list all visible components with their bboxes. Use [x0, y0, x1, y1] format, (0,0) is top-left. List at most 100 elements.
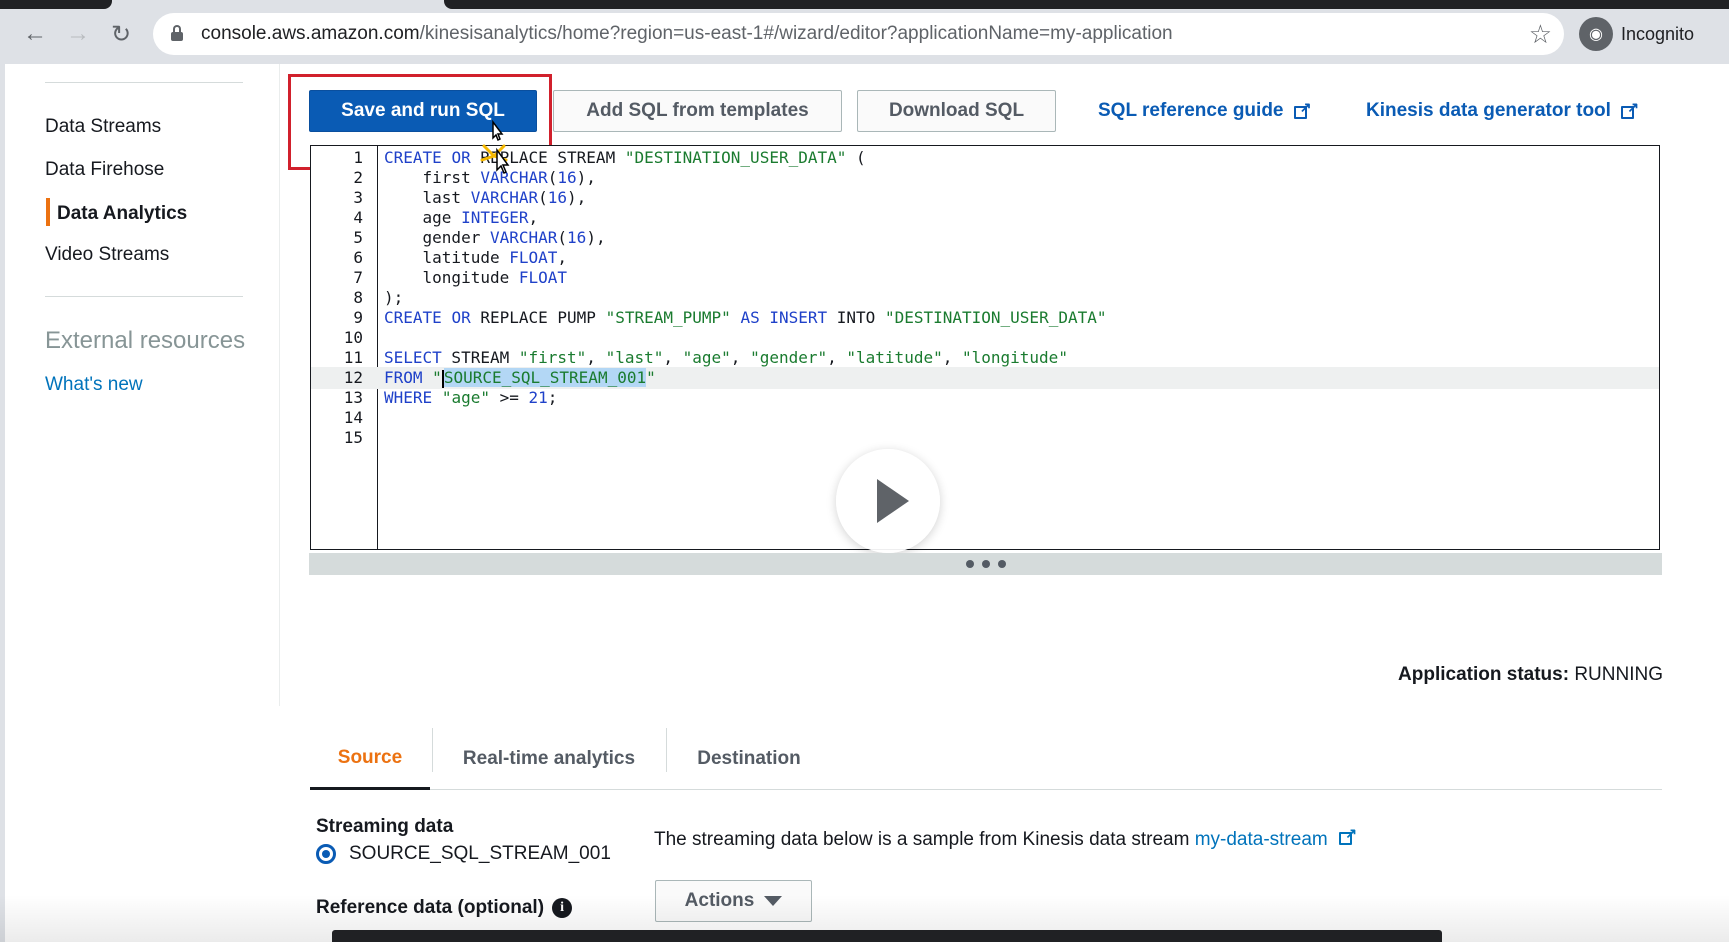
external-link-icon[interactable]: ↗: [1339, 825, 1357, 845]
sidebar-item-data-firehose[interactable]: Data Firehose: [45, 159, 164, 181]
resize-dot: [997, 560, 1006, 568]
code-line[interactable]: 15: [311, 427, 1659, 449]
code-line[interactable]: 2 first VARCHAR(16),: [311, 167, 1659, 189]
code-line[interactable]: 6 latitude FLOAT,: [311, 247, 1659, 269]
browser-chrome: ← → ↻ console.aws.amazon.com/kinesisanal…: [0, 0, 1729, 64]
code-line[interactable]: 7 longitude FLOAT: [311, 267, 1659, 289]
code-text[interactable]: FROM " SOURCE_SQL_STREAM_001": [384, 367, 656, 389]
code-text[interactable]: last VARCHAR(16),: [384, 187, 587, 209]
code-line[interactable]: 12 FROM " SOURCE_SQL_STREAM_001": [311, 367, 1659, 389]
code-line[interactable]: 14: [311, 407, 1659, 429]
reload-icon[interactable]: ↻: [105, 18, 137, 50]
code-text[interactable]: CREATE OR REPLACE STREAM "DESTINATION_US…: [384, 147, 866, 169]
back-arrow-icon[interactable]: ←: [19, 18, 51, 50]
line-number: 5: [353, 228, 363, 247]
editor-resize-handle[interactable]: [309, 553, 1662, 575]
code-line[interactable]: 3 last VARCHAR(16),: [311, 187, 1659, 209]
tab-destination[interactable]: Destination: [667, 728, 831, 790]
bookmark-star-icon[interactable]: ☆: [1529, 19, 1552, 50]
code-line[interactable]: 9 CREATE OR REPLACE PUMP "STREAM_PUMP" AS…: [311, 307, 1659, 329]
lock-icon[interactable]: [171, 25, 183, 41]
code-text[interactable]: SELECT STREAM "first", "last", "age", "g…: [384, 347, 1068, 369]
info-icon[interactable]: i: [552, 897, 573, 918]
code-line[interactable]: 8);: [311, 287, 1659, 309]
incognito-label: Incognito: [1621, 23, 1695, 44]
sidebar-item-video-streams[interactable]: Video Streams: [45, 244, 169, 266]
tab-bar: Source Real-time analytics Destination: [310, 728, 1662, 790]
sample-description: The streaming data below is a sample fro…: [654, 825, 1357, 851]
application-status-label: Application status:: [1398, 664, 1570, 685]
address-bar[interactable]: console.aws.amazon.com/kinesisanalytics/…: [153, 13, 1564, 55]
tab-source[interactable]: Source: [310, 728, 430, 790]
sql-reference-guide-link[interactable]: SQL reference guide ↗: [1098, 99, 1312, 122]
line-number: 14: [343, 408, 363, 427]
forward-arrow-icon[interactable]: →: [62, 18, 94, 50]
sidebar-item-data-analytics[interactable]: Data Analytics: [57, 203, 187, 225]
code-text[interactable]: longitude FLOAT: [384, 267, 568, 289]
code-text[interactable]: age INTEGER,: [384, 207, 539, 229]
caret-down-icon: [764, 896, 783, 906]
code-text[interactable]: latitude FLOAT,: [384, 247, 568, 269]
line-number: 4: [353, 208, 363, 227]
mouse-pointer-icon: [480, 119, 510, 175]
url-path: /kinesisanalytics/home?region=us-east-1#…: [419, 23, 1173, 44]
sample-text: The streaming data below is a sample fro…: [654, 829, 1190, 850]
code-text[interactable]: );: [384, 287, 403, 309]
sidebar: Data Streams Data Firehose Data Analytic…: [5, 64, 280, 706]
reference-data-heading: Reference data (optional) i: [316, 897, 573, 919]
line-number: 15: [343, 428, 363, 447]
code-line[interactable]: 4 age INTEGER,: [311, 207, 1659, 229]
kinesis-data-generator-link[interactable]: Kinesis data generator tool ↗: [1366, 99, 1639, 122]
code-line[interactable]: 10: [311, 327, 1659, 349]
stream-radio-button[interactable]: [316, 844, 336, 864]
browser-tabstrip: [0, 0, 1729, 9]
sidebar-divider: [45, 296, 243, 297]
url-text[interactable]: console.aws.amazon.com/kinesisanalytics/…: [201, 23, 1173, 45]
actions-dropdown-button[interactable]: Actions: [655, 880, 812, 922]
line-number: 9: [353, 308, 363, 327]
sidebar-divider: [45, 82, 243, 83]
code-text[interactable]: gender VARCHAR(16),: [384, 227, 606, 249]
line-number: 7: [353, 268, 363, 287]
streaming-data-heading: Streaming data: [316, 816, 454, 837]
reference-data-label: Reference data (optional): [316, 897, 545, 918]
video-progress-bar[interactable]: [332, 930, 1442, 942]
resize-dot: [981, 560, 990, 568]
external-link-icon: ↗: [1293, 99, 1312, 119]
incognito-indicator[interactable]: ◉ Incognito: [1579, 16, 1694, 52]
code-text[interactable]: CREATE OR REPLACE PUMP "STREAM_PUMP" AS …: [384, 307, 1107, 329]
line-number: 10: [343, 328, 363, 347]
sidebar-item-data-streams[interactable]: Data Streams: [45, 116, 161, 138]
tab-real-time-analytics[interactable]: Real-time analytics: [433, 728, 665, 790]
incognito-icon: ◉: [1579, 17, 1613, 51]
whats-new-link[interactable]: What's new: [45, 374, 143, 396]
kinesis-data-generator-label: Kinesis data generator tool: [1366, 100, 1611, 121]
sql-editor[interactable]: 1 CREATE OR REPLACE STREAM "DESTINATION_U…: [310, 145, 1660, 550]
code-line[interactable]: 5 gender VARCHAR(16),: [311, 227, 1659, 249]
stream-name-label[interactable]: SOURCE_SQL_STREAM_001: [349, 843, 611, 865]
code-line[interactable]: 11 SELECT STREAM "first", "last", "age", …: [311, 347, 1659, 369]
line-number: 11: [343, 348, 363, 367]
sidebar-active-indicator: [46, 198, 50, 226]
my-data-stream-link[interactable]: my-data-stream: [1195, 829, 1328, 850]
browser-tab-strip-dark: [444, 0, 1729, 9]
code-text[interactable]: WHERE "age" >= 21;: [384, 387, 557, 409]
line-number: 6: [353, 248, 363, 267]
add-sql-from-templates-button[interactable]: Add SQL from templates: [553, 90, 842, 132]
external-resources-heading: External resources: [45, 327, 246, 354]
resize-dot: [965, 560, 974, 568]
actions-label: Actions: [684, 890, 755, 911]
line-number: 8: [353, 288, 363, 307]
code-line[interactable]: 1 CREATE OR REPLACE STREAM "DESTINATION_U…: [311, 147, 1659, 169]
download-sql-button[interactable]: Download SQL: [857, 90, 1056, 132]
application-status-value: RUNNING: [1574, 664, 1663, 685]
line-number: 12: [343, 368, 363, 387]
url-host: console.aws.amazon.com: [201, 23, 420, 44]
sql-reference-guide-label: SQL reference guide: [1098, 100, 1284, 121]
external-link-icon: ↗: [1620, 99, 1639, 119]
line-number: 2: [353, 168, 363, 187]
code-line[interactable]: 13 WHERE "age" >= 21;: [311, 387, 1659, 409]
video-play-button[interactable]: [836, 449, 940, 553]
line-number: 13: [343, 388, 363, 407]
browser-tab[interactable]: [0, 0, 112, 9]
